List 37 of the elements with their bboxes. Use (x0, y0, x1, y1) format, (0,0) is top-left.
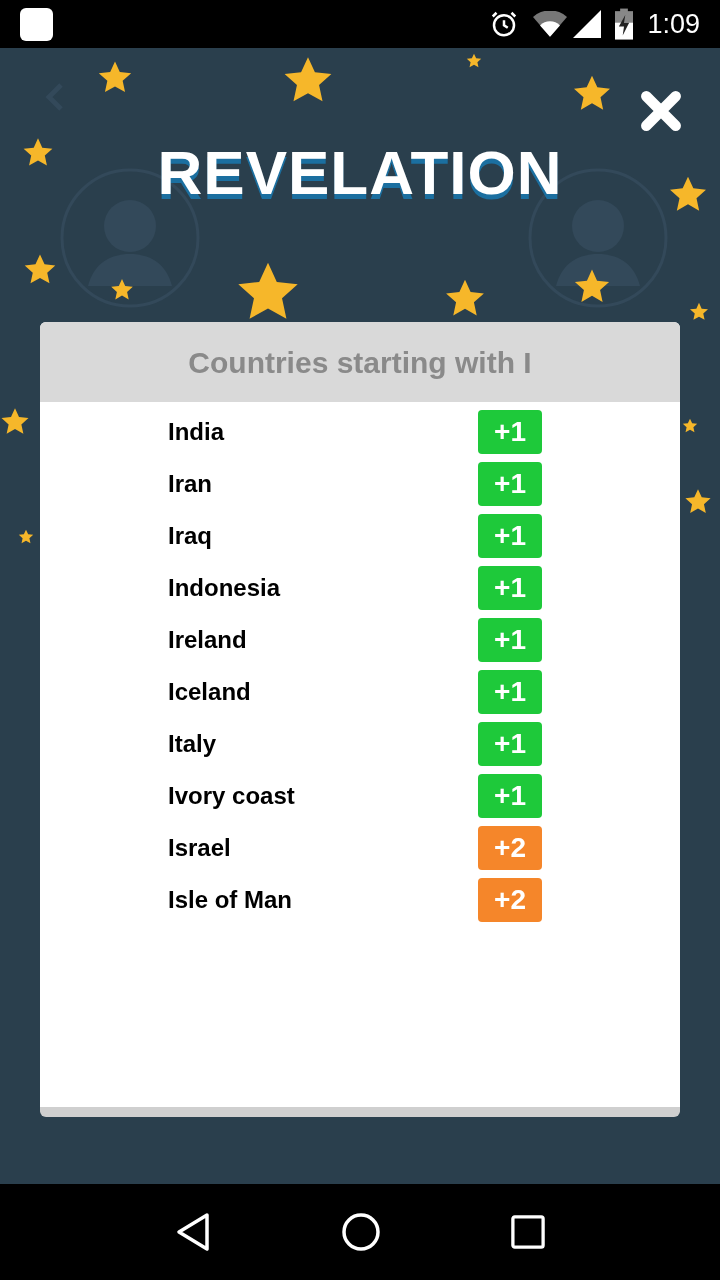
revelation-title: REVELATION (157, 142, 563, 204)
country-name: Iceland (168, 677, 252, 707)
home-icon[interactable] (341, 1212, 381, 1252)
country-name: Israel (168, 833, 232, 863)
signal-icon (573, 10, 602, 38)
country-name: Iran (168, 469, 213, 499)
points-badge: +1 (478, 722, 542, 766)
points-badge: +1 (478, 410, 542, 454)
points-badge: +1 (478, 462, 542, 506)
dialog-title: Countries starting with I (188, 344, 532, 381)
star-icon (466, 53, 482, 69)
star-icon (682, 418, 698, 434)
star-icon (684, 488, 712, 516)
notification-icon (20, 7, 53, 41)
points-badge: +1 (478, 566, 542, 610)
country-name: India (168, 417, 226, 447)
clock-time: 1:09 (647, 7, 700, 41)
country-name: Indonesia (168, 573, 282, 603)
points-badge: +1 (478, 514, 542, 558)
close-icon[interactable] (640, 90, 682, 132)
recents-icon[interactable] (511, 1215, 545, 1249)
points-badge: +1 (478, 670, 542, 714)
country-name: Ivory coast (168, 781, 296, 811)
points-badge: +1 (478, 618, 542, 662)
back-icon[interactable] (175, 1212, 211, 1252)
star-icon (18, 529, 34, 545)
points-badge: +1 (478, 774, 542, 818)
country-name: Iraq (168, 521, 213, 551)
country-name: Isle of Man (168, 885, 294, 915)
battery-icon (615, 8, 634, 40)
wifi-icon (533, 11, 568, 37)
country-name: Ireland (168, 625, 248, 655)
star-icon (689, 302, 709, 322)
points-badge: +2 (478, 878, 542, 922)
star-icon (110, 278, 134, 302)
country-name: Italy (168, 729, 218, 759)
points-badge: +2 (478, 826, 542, 870)
